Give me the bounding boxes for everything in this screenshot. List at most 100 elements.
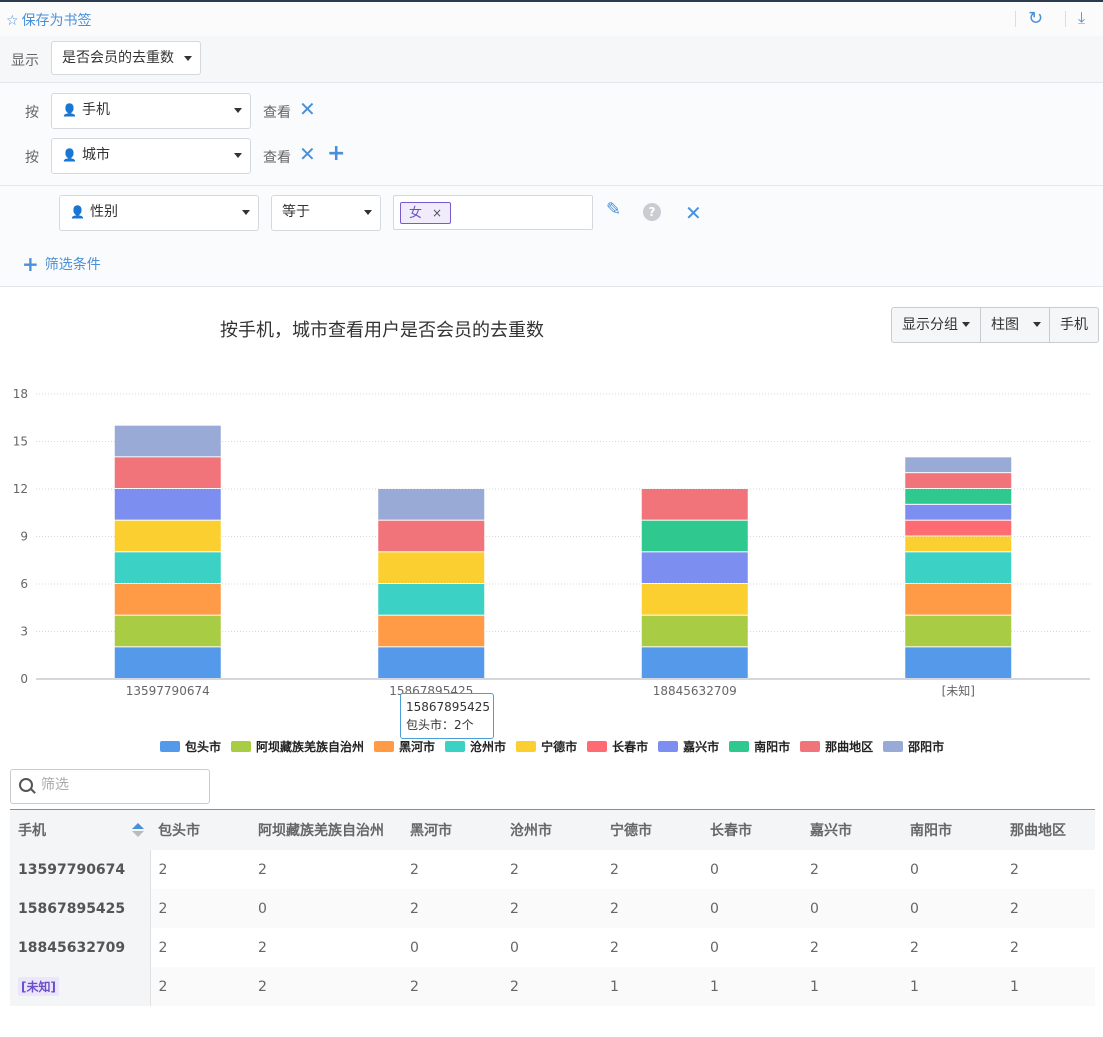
bar-segment[interactable] xyxy=(641,520,748,552)
bar-segment[interactable] xyxy=(114,552,221,583)
refresh-icon[interactable]: ↻ xyxy=(1028,8,1043,29)
row-header: 18845632709 xyxy=(10,928,151,967)
remove-filter-icon[interactable]: ✕ xyxy=(685,201,702,225)
column-header[interactable]: 包头市 xyxy=(150,809,250,850)
legend-item[interactable]: 邵阳市 xyxy=(883,738,944,755)
bar-segment[interactable] xyxy=(378,489,485,520)
legend-item[interactable]: 宁德市 xyxy=(516,738,577,755)
filter-value-input[interactable]: 女 × xyxy=(393,195,593,230)
bar-segment[interactable] xyxy=(114,520,221,552)
table-cell: 2 xyxy=(402,967,502,1006)
bar-segment[interactable] xyxy=(114,457,221,488)
table-filter-input[interactable] xyxy=(39,776,203,794)
bar-segment[interactable] xyxy=(641,584,748,615)
column-header[interactable]: 那曲地区 xyxy=(1002,809,1095,850)
unknown-badge: [未知] xyxy=(18,977,59,996)
bar-segment[interactable] xyxy=(114,425,221,457)
group-by-select-city[interactable]: 👤 城市 xyxy=(51,138,251,174)
filter-operator-select[interactable]: 等于 xyxy=(271,195,381,231)
bar-segment[interactable] xyxy=(641,647,748,678)
bar-segment[interactable] xyxy=(905,457,1012,473)
legend-swatch xyxy=(231,741,252,752)
bar-segment[interactable] xyxy=(378,552,485,583)
remove-icon[interactable]: ✕ xyxy=(299,144,316,164)
table-cell: 2 xyxy=(602,889,702,928)
bar-segment[interactable] xyxy=(378,520,485,552)
filter-field-select[interactable]: 👤 性别 xyxy=(59,195,259,231)
user-field-icon: 👤 xyxy=(62,148,77,162)
view-link[interactable]: 查看 xyxy=(263,147,291,167)
chart-title: 按手机，城市查看用户是否会员的去重数 xyxy=(220,320,544,341)
bar-segment[interactable] xyxy=(905,536,1012,552)
column-header[interactable]: 嘉兴市 xyxy=(802,809,902,850)
bar-segment[interactable] xyxy=(114,615,221,647)
table-cell: 0 xyxy=(510,939,519,956)
bar-segment[interactable] xyxy=(905,584,1012,615)
sort-icon[interactable] xyxy=(132,823,144,837)
legend-item[interactable]: 沧州市 xyxy=(445,738,506,755)
metric-select[interactable]: 是否会员的去重数 xyxy=(51,41,201,75)
table-cell: 2 xyxy=(502,967,602,1006)
legend-item[interactable]: 那曲地区 xyxy=(800,738,873,755)
bar-segment[interactable] xyxy=(905,504,1012,520)
bar-segment[interactable] xyxy=(905,615,1012,647)
column-header[interactable]: 南阳市 xyxy=(902,809,1002,850)
group-by-field: 城市 xyxy=(82,147,110,163)
column-header[interactable]: 宁德市 xyxy=(602,809,702,850)
y-tick-label: 3 xyxy=(20,625,28,639)
column-header[interactable]: 长春市 xyxy=(702,809,802,850)
bar-segment[interactable] xyxy=(114,647,221,678)
bar-segment[interactable] xyxy=(378,647,485,678)
table-cell: 2 xyxy=(510,861,519,878)
chart-type-dropdown[interactable]: 柱图 xyxy=(981,308,1050,342)
table-cell: 2 xyxy=(1002,889,1095,928)
column-header[interactable]: 黑河市 xyxy=(402,809,502,850)
table-cell: 0 xyxy=(410,939,419,956)
axis-field-button[interactable]: 手机 xyxy=(1050,308,1098,342)
group-by-select-phone[interactable]: 👤 手机 xyxy=(51,93,251,129)
download-icon[interactable]: ⤓ xyxy=(1078,8,1085,28)
legend-label: 邵阳市 xyxy=(908,740,945,754)
table-filter-box[interactable] xyxy=(10,769,210,804)
table-cell: 2 xyxy=(402,889,502,928)
save-bookmark-button[interactable]: ☆ 保存为书签 xyxy=(6,10,92,30)
show-group-dropdown[interactable]: 显示分组 xyxy=(892,308,981,342)
user-field-icon: 👤 xyxy=(62,103,77,117)
edit-icon[interactable]: ✎ xyxy=(606,199,621,220)
bar-segment[interactable] xyxy=(641,615,748,647)
group-by-field: 手机 xyxy=(82,102,110,118)
bar-segment[interactable] xyxy=(114,584,221,615)
add-group-icon[interactable]: + xyxy=(327,143,345,165)
bar-segment[interactable] xyxy=(905,520,1012,536)
legend-item[interactable]: 南阳市 xyxy=(729,738,790,755)
legend-item[interactable]: 包头市 xyxy=(160,738,221,755)
chevron-down-icon xyxy=(962,322,970,327)
bar-segment[interactable] xyxy=(378,584,485,615)
help-icon[interactable]: ? xyxy=(643,203,661,221)
y-tick-label: 18 xyxy=(13,387,28,401)
bar-segment[interactable] xyxy=(378,615,485,647)
bar-segment[interactable] xyxy=(905,489,1012,504)
legend-item[interactable]: 长春市 xyxy=(587,738,648,755)
table-row: [未知] 2 2 2 2 1 1 1 1 1 xyxy=(10,967,1095,1006)
column-header[interactable]: 沧州市 xyxy=(502,809,602,850)
bar-segment[interactable] xyxy=(641,489,748,520)
legend-item[interactable]: 嘉兴市 xyxy=(658,738,719,755)
view-link[interactable]: 查看 xyxy=(263,102,291,122)
chart-options: 显示分组 柱图 手机 xyxy=(891,307,1099,343)
bar-segment[interactable] xyxy=(905,473,1012,488)
column-header[interactable]: 阿坝藏族羌族自治州 xyxy=(250,809,402,850)
add-filter-button[interactable]: + 筛选条件 xyxy=(22,252,101,276)
legend-swatch xyxy=(445,741,466,752)
bar-segment[interactable] xyxy=(905,552,1012,583)
bar-segment[interactable] xyxy=(905,647,1012,678)
tag-close-icon[interactable]: × xyxy=(432,206,442,220)
legend-item[interactable]: 黑河市 xyxy=(374,738,435,755)
bar-segment[interactable] xyxy=(114,489,221,520)
column-header-phone[interactable]: 手机 xyxy=(10,809,150,850)
chevron-down-icon xyxy=(364,210,372,215)
legend-item[interactable]: 阿坝藏族羌族自治州 xyxy=(231,738,364,755)
remove-icon[interactable]: ✕ xyxy=(299,99,316,119)
legend-swatch xyxy=(587,741,608,752)
bar-segment[interactable] xyxy=(641,552,748,583)
